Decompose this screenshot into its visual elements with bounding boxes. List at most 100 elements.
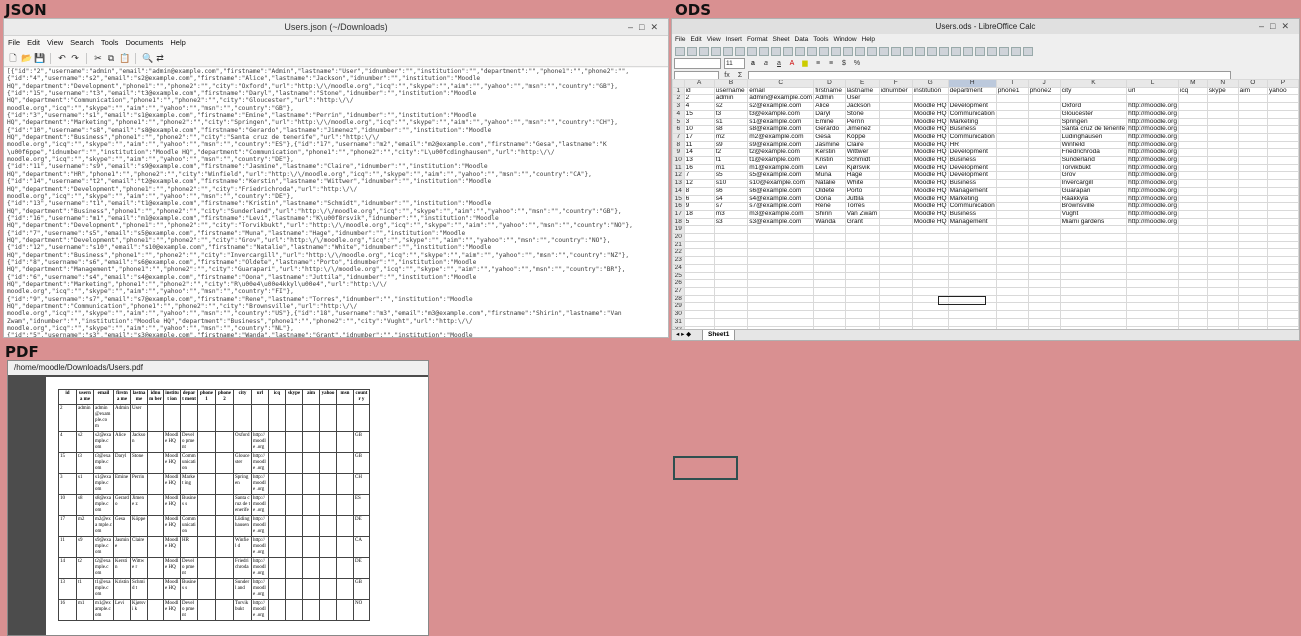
cell[interactable]: Moodle HQ: [911, 202, 949, 211]
row-header[interactable]: 7: [672, 132, 685, 142]
cell[interactable]: [1027, 186, 1061, 196]
cell[interactable]: [911, 256, 949, 265]
cell[interactable]: [911, 248, 949, 258]
cell[interactable]: [1237, 310, 1268, 319]
cell[interactable]: http://moodle.org: [1126, 117, 1179, 127]
toolbar-button-icon[interactable]: [831, 46, 841, 56]
cell[interactable]: Development: [947, 102, 997, 111]
cell[interactable]: Gesa: [813, 132, 846, 142]
menu-window[interactable]: Window: [833, 36, 856, 43]
align-center-icon[interactable]: ≡: [826, 59, 836, 69]
cell[interactable]: [995, 302, 1029, 312]
cell[interactable]: [1206, 294, 1239, 304]
cell[interactable]: Development: [947, 171, 997, 181]
cell[interactable]: [844, 317, 880, 327]
column-header-H[interactable]: H: [947, 79, 997, 88]
cell[interactable]: [1237, 194, 1268, 204]
cell[interactable]: [1027, 263, 1061, 273]
cell[interactable]: [1206, 233, 1239, 242]
cell[interactable]: [1206, 179, 1239, 188]
cell[interactable]: Business: [947, 156, 997, 165]
cell[interactable]: 13: [683, 156, 715, 165]
cell[interactable]: [995, 186, 1029, 196]
cell[interactable]: 16: [683, 163, 715, 173]
cell[interactable]: [813, 233, 846, 242]
cell[interactable]: [844, 287, 880, 296]
cell[interactable]: Oldete: [813, 186, 846, 196]
cell[interactable]: [995, 202, 1029, 211]
cell[interactable]: [1059, 279, 1128, 288]
cell[interactable]: [995, 179, 1029, 188]
underline-icon[interactable]: a: [774, 59, 784, 69]
row-header[interactable]: 16: [672, 202, 685, 211]
cell[interactable]: [1237, 263, 1268, 273]
cell[interactable]: http://moodle.org: [1126, 171, 1179, 181]
cell[interactable]: [1237, 256, 1268, 265]
cell[interactable]: [1206, 287, 1239, 296]
cell[interactable]: [747, 225, 815, 235]
cell[interactable]: [813, 271, 846, 281]
cell[interactable]: http://moodle.org: [1126, 156, 1179, 165]
cell[interactable]: s4@example.com: [747, 194, 815, 204]
cell[interactable]: Marketing: [947, 117, 997, 127]
cell[interactable]: [1027, 194, 1061, 204]
cell[interactable]: Business: [947, 125, 997, 134]
cell[interactable]: [995, 94, 1029, 104]
cell[interactable]: [1237, 302, 1268, 312]
cell[interactable]: aim: [1237, 86, 1268, 96]
paste-icon[interactable]: 📋: [119, 53, 130, 63]
cell[interactable]: s2@example.com: [747, 102, 815, 111]
tab-nav-icon[interactable]: ◂ ▸ ◆: [676, 330, 691, 340]
cell[interactable]: [1177, 248, 1208, 258]
cell[interactable]: [878, 109, 913, 119]
toolbar-button-icon[interactable]: [711, 46, 721, 56]
cell[interactable]: [1206, 225, 1239, 235]
cell[interactable]: [878, 302, 913, 312]
cell[interactable]: Kjørsvik: [844, 163, 880, 173]
cell[interactable]: [1237, 209, 1268, 219]
toolbar-button-icon[interactable]: [723, 46, 733, 56]
cell[interactable]: [813, 248, 846, 258]
cell[interactable]: Admin: [813, 94, 846, 104]
cell[interactable]: [1237, 287, 1268, 296]
cell[interactable]: [878, 179, 913, 188]
cell[interactable]: http://moodle.org: [1126, 163, 1179, 173]
menu-tools[interactable]: Tools: [101, 38, 119, 47]
italic-icon[interactable]: a: [761, 59, 771, 69]
cell[interactable]: [1206, 171, 1239, 181]
menu-edit[interactable]: Edit: [27, 38, 40, 47]
cell[interactable]: [1266, 109, 1299, 119]
cell[interactable]: [1027, 125, 1061, 134]
cell[interactable]: [1237, 156, 1268, 165]
toolbar-button-icon[interactable]: [903, 46, 913, 56]
cell[interactable]: [1177, 102, 1208, 111]
cell[interactable]: [747, 317, 815, 327]
cell[interactable]: Santa cruz de tenerife: [1059, 125, 1128, 134]
cell[interactable]: [713, 279, 749, 288]
cell[interactable]: [1027, 117, 1061, 127]
cell[interactable]: [878, 171, 913, 181]
cell[interactable]: 2: [683, 94, 715, 104]
cell[interactable]: [1177, 132, 1208, 142]
cell[interactable]: White: [844, 179, 880, 188]
cell[interactable]: [947, 94, 997, 104]
toolbar-button-icon[interactable]: [795, 46, 805, 56]
cell[interactable]: [1027, 202, 1061, 211]
cell[interactable]: [844, 256, 880, 265]
cell[interactable]: [1237, 233, 1268, 242]
cell[interactable]: Moodle HQ: [911, 156, 949, 165]
cell[interactable]: [947, 271, 997, 281]
cell[interactable]: [995, 256, 1029, 265]
cell[interactable]: [1237, 109, 1268, 119]
cut-icon[interactable]: ✂: [93, 53, 103, 63]
cell[interactable]: [1177, 94, 1208, 104]
cell[interactable]: Moodle HQ: [911, 102, 949, 111]
cell[interactable]: Wanda: [813, 217, 846, 227]
cell[interactable]: t2: [713, 148, 749, 158]
cell[interactable]: [878, 263, 913, 273]
cell[interactable]: [1126, 271, 1179, 281]
cell[interactable]: [1059, 240, 1128, 250]
cell[interactable]: [844, 302, 880, 312]
cell[interactable]: [1237, 202, 1268, 211]
cell[interactable]: [1027, 233, 1061, 242]
